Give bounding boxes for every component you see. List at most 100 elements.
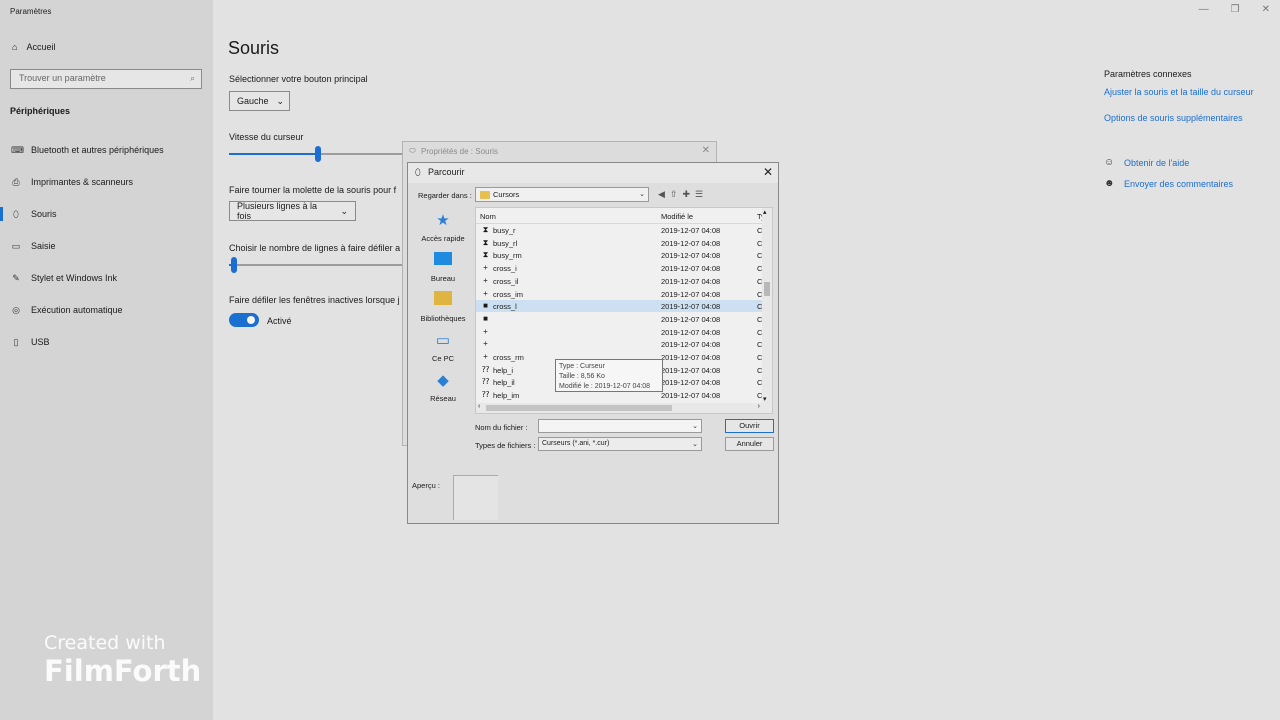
- toggle-state: Activé: [267, 316, 292, 326]
- link-cursor-size[interactable]: Ajuster la souris et la taille du curseu…: [1104, 87, 1254, 97]
- filename-label: Nom du fichier :: [475, 423, 528, 432]
- file-name: cross_rm: [493, 353, 524, 362]
- section-title: Périphériques: [10, 106, 71, 116]
- slider-fill: [229, 153, 318, 155]
- block-cursor-icon: ■: [483, 313, 488, 323]
- chevron-down-icon: ⌄: [692, 441, 698, 448]
- close-icon[interactable]: ✕: [763, 165, 773, 179]
- sidebar-item-printers[interactable]: ⎙ Imprimantes & scanneurs: [11, 174, 133, 190]
- home-icon: ⌂: [12, 42, 18, 52]
- search-placeholder: Trouver un paramètre: [19, 73, 106, 83]
- file-name: help_im: [493, 391, 520, 401]
- cross-cursor-icon: +: [483, 326, 488, 336]
- settings-search-input[interactable]: Trouver un paramètre ⌕: [10, 69, 202, 89]
- keyboard-icon: ▭: [11, 240, 21, 251]
- folder-icon: [480, 190, 490, 199]
- scroll-thumb[interactable]: [486, 405, 672, 411]
- file-name: busy_rm: [493, 251, 522, 261]
- link-additional-options[interactable]: Options de souris supplémentaires: [1104, 113, 1243, 123]
- scroll-down-icon[interactable]: ▾: [763, 395, 767, 403]
- place-network[interactable]: ◆ Réseau: [412, 371, 474, 403]
- sidebar-item-typing[interactable]: ▭ Saisie: [11, 238, 56, 254]
- hourglass-cursor-icon: ⧗: [482, 225, 489, 234]
- sidebar-item-bluetooth[interactable]: ⌨ Bluetooth et autres périphériques: [11, 142, 164, 158]
- file-tooltip: Type : Curseur Taille : 8,56 Ko Modifié …: [555, 359, 663, 392]
- search-icon: ⌕: [189, 73, 195, 83]
- slider-thumb[interactable]: [314, 146, 321, 162]
- file-name: cross_l: [493, 302, 517, 312]
- vertical-scrollbar[interactable]: ▴ ▾: [762, 208, 772, 403]
- page-title: Souris: [228, 38, 280, 58]
- scroll-up-icon[interactable]: ▴: [763, 208, 767, 216]
- sidebar-item-autoplay[interactable]: ◎ Exécution automatique: [11, 302, 123, 318]
- filename-input[interactable]: ⌄: [538, 419, 702, 433]
- feedback-link[interactable]: ☻ Envoyer des commentaires: [1104, 178, 1233, 189]
- file-row[interactable]: ⧗busy_r2019-12-07 04:08Cu: [476, 224, 767, 236]
- look-in-select[interactable]: Cursors ⌄: [475, 187, 649, 202]
- help-icon: ☺: [1104, 157, 1115, 168]
- star-icon: ★: [436, 212, 450, 229]
- horizontal-scrollbar[interactable]: ‹ ›: [476, 403, 772, 413]
- lines-slider[interactable]: [229, 257, 403, 273]
- cursor-speed-slider[interactable]: [229, 146, 403, 162]
- cancel-button[interactable]: Annuler: [725, 437, 774, 451]
- sidebar-item-mouse[interactable]: ⬯ Souris: [11, 206, 56, 222]
- chevron-down-icon[interactable]: ⌄: [692, 422, 698, 430]
- cross-cursor-icon: +: [483, 352, 488, 361]
- place-quick-access[interactable]: ★ Accès rapide: [412, 211, 474, 243]
- active-indicator: [0, 207, 3, 221]
- file-row[interactable]: ⧗busy_rm2019-12-07 04:08Cu: [476, 249, 767, 261]
- file-row[interactable]: +cross_im2019-12-07 04:08Cu: [476, 288, 766, 300]
- file-name: busy_r: [493, 226, 516, 235]
- close-icon[interactable]: ✕: [1262, 4, 1270, 15]
- sidebar-item-pen[interactable]: ✎ Stylet et Windows Ink: [11, 270, 117, 286]
- primary-button-select[interactable]: Gauche ⌄: [229, 91, 290, 111]
- file-row[interactable]: +cross_i2019-12-07 04:08Cu: [476, 262, 766, 274]
- window-controls: — ❐ ✕: [1199, 4, 1270, 15]
- home-nav-item[interactable]: ⌂ Accueil: [12, 42, 55, 52]
- block-cursor-icon: ■: [483, 301, 488, 311]
- place-label: Bibliothèques: [420, 314, 466, 323]
- file-row[interactable]: +2019-12-07 04:08Cu: [476, 338, 766, 350]
- browse-toolbar: ◀ ⇧ ✚ ☰: [658, 189, 703, 200]
- scroll-thumb[interactable]: [764, 282, 770, 296]
- get-help-link[interactable]: ☺ Obtenir de l'aide: [1104, 157, 1189, 168]
- wheel-select[interactable]: Plusieurs lignes à la fois ⌄: [229, 201, 356, 221]
- col-name[interactable]: Nom: [480, 212, 496, 221]
- scroll-right-icon[interactable]: ›: [758, 403, 760, 410]
- place-label: Bureau: [430, 274, 456, 283]
- usb-icon: ▯: [13, 336, 19, 347]
- inactive-scroll-toggle[interactable]: [229, 313, 259, 327]
- view-menu-icon[interactable]: ☰: [695, 189, 703, 200]
- minimize-icon[interactable]: —: [1199, 4, 1209, 15]
- cross-cursor-icon: +: [483, 339, 488, 349]
- props-title: Propriétés de : Souris: [421, 147, 498, 156]
- filetype-select[interactable]: Curseurs (*.ani, *.cur) ⌄: [538, 437, 702, 451]
- sort-up-icon: ^: [564, 207, 567, 211]
- back-icon[interactable]: ◀: [658, 189, 665, 200]
- scroll-left-icon[interactable]: ‹: [478, 403, 480, 410]
- chevron-down-icon: ⌄: [340, 205, 348, 216]
- sidebar-item-label: Bluetooth et autres périphériques: [31, 145, 164, 155]
- file-list[interactable]: Nom ^ Modifié le Ty ⧗ busy_r 2019-12-07 04…: [475, 207, 773, 414]
- preview-box: [453, 475, 498, 520]
- file-name: help_il: [493, 378, 515, 388]
- file-row[interactable]: ⧗busy_rl2019-12-07 04:08Cu: [476, 237, 767, 249]
- file-row[interactable]: ■cross_l2019-12-07 04:08Cu: [476, 300, 767, 313]
- open-button[interactable]: Ouvrir: [725, 419, 774, 433]
- file-row[interactable]: +2019-12-07 04:08Cu: [476, 326, 766, 338]
- sidebar-item-usb[interactable]: ▯ USB: [11, 334, 50, 350]
- slider-thumb[interactable]: [231, 257, 238, 273]
- close-icon[interactable]: ✕: [702, 145, 710, 156]
- restore-icon[interactable]: ❐: [1231, 4, 1240, 15]
- place-desktop[interactable]: Bureau: [412, 251, 474, 283]
- file-date: 2019-12-07 04:08: [661, 327, 721, 337]
- place-this-pc[interactable]: ▭ Ce PC: [412, 331, 474, 363]
- up-folder-icon[interactable]: ⇧: [670, 189, 678, 200]
- file-row[interactable]: +cross_il2019-12-07 04:08Cu: [476, 275, 766, 287]
- file-row[interactable]: ■2019-12-07 04:08Cu: [476, 313, 767, 325]
- place-libraries[interactable]: Bibliothèques: [412, 291, 474, 323]
- new-folder-icon[interactable]: ✚: [682, 189, 690, 200]
- file-name: cross_il: [493, 276, 519, 286]
- col-modified[interactable]: Modifié le: [661, 212, 693, 221]
